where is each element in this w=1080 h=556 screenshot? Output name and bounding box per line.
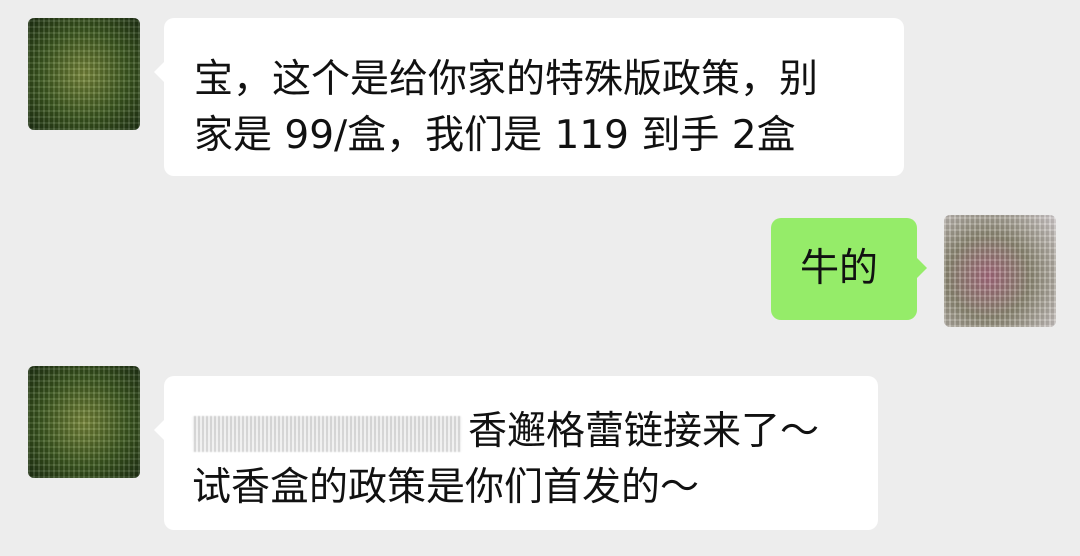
message-line: 试香盒的政策是你们首发的～ xyxy=(192,465,700,510)
message-line: 家是 99/盒，我们是 119 到手 2盒 xyxy=(194,113,796,158)
contact-avatar[interactable] xyxy=(28,18,140,130)
message-line: 宝，这个是给你家的特殊版政策，别 xyxy=(194,57,819,102)
message-line: 牛的 xyxy=(800,246,879,291)
blurred-text xyxy=(192,415,462,452)
user-avatar[interactable] xyxy=(944,215,1056,327)
incoming-message-bubble[interactable]: 宝，这个是给你家的特殊版政策，别 家是 99/盒，我们是 119 到手 2盒 xyxy=(154,18,904,176)
message-line: 香邂格蕾链接来了～ xyxy=(192,404,850,460)
incoming-message-bubble[interactable]: 香邂格蕾链接来了～ 试香盒的政策是你们首发的～ xyxy=(154,376,878,530)
outgoing-message-bubble[interactable]: 牛的 xyxy=(771,218,927,320)
contact-avatar[interactable] xyxy=(28,366,140,478)
message-text: 香邂格蕾链接来了～ xyxy=(468,409,820,454)
